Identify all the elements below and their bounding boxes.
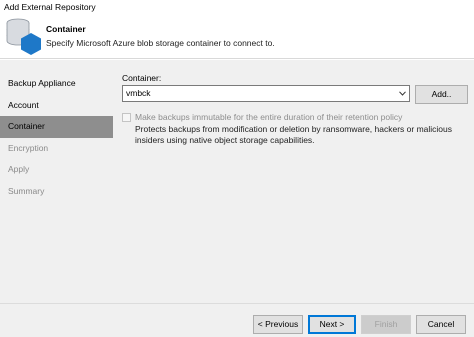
step-summary: Summary <box>8 185 45 196</box>
wizard-footer: < Previous Next > Finish Cancel <box>0 303 474 337</box>
cancel-button[interactable]: Cancel <box>416 315 466 334</box>
chevron-down-icon[interactable] <box>397 86 407 101</box>
page-title: Container <box>46 24 86 34</box>
step-container[interactable]: Container <box>0 116 113 138</box>
database-hexagon-icon <box>4 17 44 59</box>
next-button[interactable]: Next > <box>308 315 356 334</box>
step-apply: Apply <box>8 164 30 174</box>
window-title: Add External Repository <box>0 0 474 14</box>
step-encryption: Encryption <box>8 142 49 153</box>
page-subtitle: Specify Microsoft Azure blob storage con… <box>46 38 275 48</box>
container-label: Container: <box>122 73 162 83</box>
step-account[interactable]: Account <box>0 95 113 117</box>
wizard-steps: Backup Appliance Account Container Encry… <box>0 60 113 202</box>
previous-button[interactable]: < Previous <box>253 315 303 334</box>
immutable-checkbox-label: Make backups immutable for the entire du… <box>135 112 403 122</box>
step-backup-appliance[interactable]: Backup Appliance <box>0 73 113 95</box>
immutable-checkbox[interactable] <box>122 113 131 122</box>
container-select[interactable]: vmbck <box>122 85 410 102</box>
finish-button: Finish <box>361 315 411 334</box>
wizard-header: Container Specify Microsoft Azure blob s… <box>0 14 474 59</box>
container-select-value: vmbck <box>126 88 151 98</box>
immutable-description: Protects backups from modification or de… <box>135 124 452 145</box>
add-container-button[interactable]: Add.. <box>415 85 468 104</box>
